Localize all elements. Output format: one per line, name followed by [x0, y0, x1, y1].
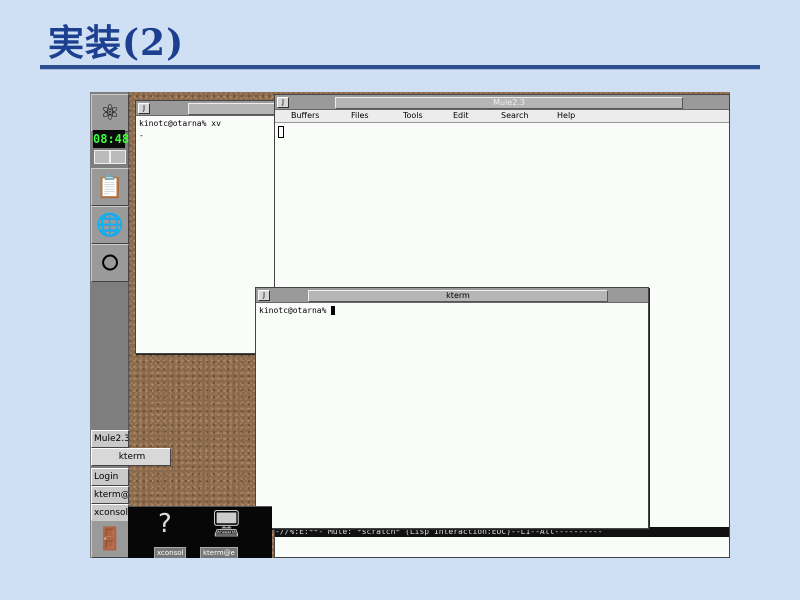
xterm-titlebar[interactable]: J: [136, 101, 276, 116]
dock: ⚛ 08:48 📋 🌐 ⭘ Mule2.3 kterm Login kterm@…: [90, 92, 171, 558]
task-login[interactable]: Login: [91, 468, 129, 486]
xterm-line-2: -: [139, 131, 144, 140]
notepad-icon[interactable]: 📋: [91, 168, 129, 206]
pager-next-button[interactable]: [110, 150, 126, 164]
task-kterm-2[interactable]: kterm@: [91, 486, 129, 504]
kterm-cursor: [331, 306, 336, 315]
pager-prev-button[interactable]: [94, 150, 110, 164]
kterm-window[interactable]: J kterm kinotc@otarna%: [255, 287, 649, 529]
mule-titlebar[interactable]: J Mule2.3: [275, 95, 729, 110]
menu-edit[interactable]: Edit: [453, 110, 469, 122]
molecule-icon[interactable]: ⚛: [91, 94, 129, 132]
mule-menubar: Buffers Files Tools Edit Search Help: [275, 110, 729, 123]
window-menu-button[interactable]: J: [258, 290, 270, 301]
menu-help[interactable]: Help: [557, 110, 575, 122]
menu-files[interactable]: Files: [351, 110, 369, 122]
kterm-prompt-line: kinotc@otarna%: [259, 306, 336, 315]
xterm-title: [188, 103, 276, 115]
xconsole-icon[interactable]: ?: [158, 509, 172, 539]
monitor-icon[interactable]: 🖥: [210, 509, 243, 539]
kterm-title: kterm: [308, 290, 608, 302]
menu-buffers[interactable]: Buffers: [291, 110, 319, 122]
slide-title: 実装(2): [48, 22, 185, 64]
mule-title: Mule2.3: [335, 97, 683, 109]
door-icon[interactable]: 🚪: [91, 520, 129, 558]
pager: ? 🖥 xconsol kterm@e: [128, 506, 272, 558]
window-menu-button[interactable]: J: [138, 103, 150, 114]
title-divider: [40, 65, 760, 70]
desktop-screenshot: ⚛ 08:48 📋 🌐 ⭘ Mule2.3 kterm Login kterm@…: [90, 92, 730, 558]
mule-cursor: [278, 126, 284, 138]
task-kterm[interactable]: kterm: [91, 448, 171, 466]
kterm-prompt: kinotc@otarna%: [259, 306, 332, 315]
menu-tools[interactable]: Tools: [403, 110, 423, 122]
kterm-titlebar[interactable]: J kterm: [256, 288, 648, 303]
xterm-prompt-line: kinotc@otarna% xv: [139, 119, 221, 128]
window-menu-button[interactable]: J: [277, 97, 289, 108]
pager-label-kterm[interactable]: kterm@e: [200, 547, 238, 558]
task-mule[interactable]: Mule2.3: [91, 430, 129, 448]
menu-search[interactable]: Search: [501, 110, 528, 122]
dock-clock: 08:48: [93, 130, 130, 148]
pager-label-xconsole[interactable]: xconsol: [154, 547, 187, 558]
globe-icon[interactable]: 🌐: [91, 206, 129, 244]
lifebuoy-icon[interactable]: ⭘: [91, 244, 129, 282]
